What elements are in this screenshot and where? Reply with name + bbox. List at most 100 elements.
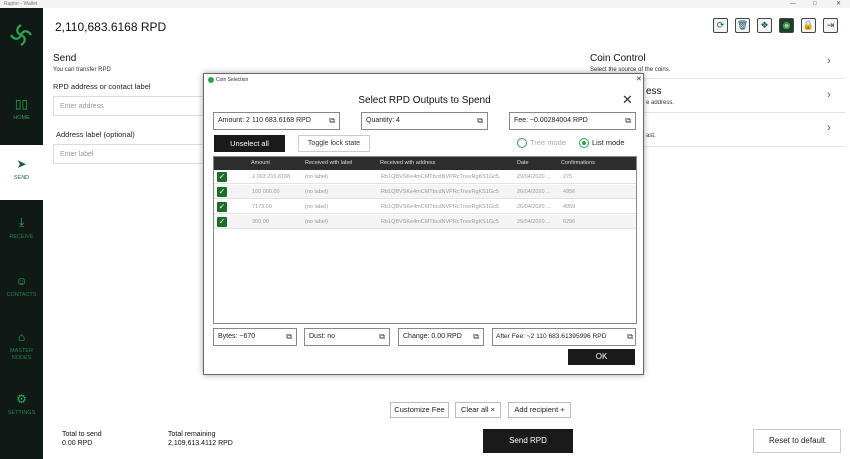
sidebar-item-contacts[interactable]: ☺ CONTACTS [0,262,43,317]
table-row[interactable]: ✓ 300.00 (no label) Rb1QBVSKe4mCMTbcdNVP… [214,215,636,229]
dust-value: Dust: no [309,333,336,340]
cell-address: Rb1QBVSKe4mCMTbcdNVPRcTnsvRgKS1Gc5 [381,219,499,225]
trash-icon[interactable]: 🗑 [735,18,750,33]
bytes-value: Bytes: ~670 [218,333,256,340]
table-row[interactable]: ✓ 7173.00 (no label) Rb1QBVSKe4mCMTbcdNV… [214,200,636,214]
cell-amount: 300.00 [252,219,269,225]
copy-icon[interactable]: ⧉ [286,329,292,345]
column-header[interactable]: Received with address [380,157,435,170]
send-button[interactable]: Send RPD [483,429,573,453]
masternodes-icon: ⌂ [17,330,26,344]
option-subtitle: e address. [646,100,675,106]
settings-icon: ⚙ [16,392,27,406]
chevron-right-icon[interactable]: › [827,89,831,101]
checkbox-checked-icon[interactable]: ✓ [217,187,227,197]
amount-field: Amount: 2 110 683.6168 RPD ⧉ [213,112,340,130]
copy-icon[interactable]: ⧉ [477,113,483,129]
sidebar-item-label: CONTACTS [6,292,37,298]
maximize-button[interactable]: □ [813,0,817,8]
quantity-field: Quantity: 4 ⧉ [361,112,488,130]
tree-mode-radio[interactable]: Tree mode [517,137,566,149]
fee-value: Fee: ~0.00284004 RPD [514,117,588,124]
copy-icon[interactable]: ⧉ [379,329,385,345]
ok-button[interactable]: OK [568,349,635,365]
receive-icon: ⤓ [18,215,25,229]
minimize-button[interactable]: — [790,0,796,8]
total-remaining-label: Total remaining [168,431,216,438]
send-title: Send [53,53,77,64]
cell-address: Rb1QBVSKe4mCMTbcdNVPRcTnsvRgKS1Gc5 [381,174,499,180]
dialog-heading: Select RPD Outputs to Spend [358,95,491,106]
export-icon[interactable]: ⇥ [823,18,838,33]
list-mode-radio[interactable]: List mode [579,137,625,149]
copy-icon[interactable]: ⧉ [329,113,335,129]
coin-selection-dialog: Coin Selection ✕ Select RPD Outputs to S… [203,73,644,375]
cell-amount: 7173.00 [252,204,272,210]
sidebar-item-label: SETTINGS [7,410,36,416]
sidebar-item-settings[interactable]: ⚙ SETTINGS [0,380,43,435]
checkbox-checked-icon[interactable]: ✓ [217,172,227,182]
sidebar-item-masternodes[interactable]: ⌂ MASTER NODES [0,318,43,373]
cell-label: (no label) [305,204,328,210]
sidebar-item-receive[interactable]: ⤓ RECEIVE [0,203,43,258]
column-header[interactable]: Received with label [305,157,352,170]
window-titlebar: Raptor - Wallet — □ ✕ [0,0,850,8]
chevron-right-icon[interactable]: › [827,55,831,67]
dialog-logo-icon [208,77,214,83]
table-row[interactable]: ✓ 2 003 210.6168 (no label) Rb1QBVSKe4mC… [214,170,636,184]
copy-icon[interactable]: ⧉ [627,329,633,345]
column-header[interactable]: Date [517,157,529,170]
chevron-right-icon[interactable]: › [827,122,831,134]
close-icon[interactable]: ✕ [636,75,642,83]
bytes-field: Bytes: ~670 ⧉ [213,328,297,346]
cell-date: 25/04/2020 ... [517,219,551,225]
address-label: RPD address or contact label [53,82,151,91]
label-input[interactable]: Enter label [53,144,213,164]
send-icon: ➤ [16,157,27,171]
unselect-all-button[interactable]: Unselect all [214,135,285,152]
total-to-send: Total to send 0.00 RPD [62,430,102,448]
copy-icon[interactable]: ⧉ [625,113,631,129]
cell-confirmations: 275 [563,174,573,180]
top-bar: 2,110,683.6168 RPD ⟳ 🗑 ❖ ◉ 🔒 ⇥ [0,8,850,48]
contacts-icon: ☺ [15,274,28,288]
sidebar-item-label: HOME [13,115,30,121]
tree-mode-label: Tree mode [530,138,566,147]
app-logo [10,24,32,46]
send-subtitle: You can transfer RPD [53,67,111,73]
table-row[interactable]: ✓ 100 000.00 (no label) Rb1QBVSKe4mCMTbc… [214,185,636,199]
coin-control-title: Coin Control [590,53,646,64]
cell-amount: 2 003 210.6168 [252,174,291,180]
sidebar-item-home[interactable]: ▯▯ HOME [0,85,43,140]
toggle-lock-state-button[interactable]: Toggle lock state [298,135,370,152]
cell-confirmations: 4956 [563,189,576,195]
cell-date: 26/04/2020 ... [517,204,551,210]
wifi-icon[interactable]: ◉ [779,18,794,33]
cell-address: Rb1QBVSKe4mCMTbcdNVPRcTnsvRgKS1Gc5 [381,189,499,195]
radio-icon [517,138,527,149]
change-value: Change: 0.00 RPD [403,333,462,340]
copy-icon[interactable]: ⧉ [473,329,479,345]
window-title: Raptor - Wallet [4,1,38,7]
clear-all-button[interactable]: Clear all × [455,402,501,418]
radio-selected-icon [579,138,589,149]
cell-label: (no label) [305,174,328,180]
reset-to-default-button[interactable]: Reset to default [753,429,841,453]
sidebar-item-send[interactable]: ➤ SEND [0,145,43,200]
lock-icon[interactable]: 🔒 [801,18,816,33]
checkbox-checked-icon[interactable]: ✓ [217,217,227,227]
shield-icon[interactable]: ❖ [757,18,772,33]
checkbox-checked-icon[interactable]: ✓ [217,202,227,212]
refresh-icon[interactable]: ⟳ [713,18,728,33]
column-header[interactable]: Confirmations [561,157,595,170]
customize-fee-button[interactable]: Customize Fee [390,402,449,418]
address-input[interactable]: Enter address [53,96,213,116]
cell-date: 26/04/2020 ... [517,189,551,195]
after-fee-field: After Fee: ~2 110 683.61395996 RPD ⧉ [492,328,636,346]
option-title: ess [646,86,662,97]
close-window-button[interactable]: ✕ [836,0,841,8]
cell-label: (no label) [305,189,328,195]
column-header[interactable]: Amount [251,157,270,170]
close-icon[interactable]: ✕ [622,92,633,108]
add-recipient-button[interactable]: Add recipient + [508,402,571,418]
